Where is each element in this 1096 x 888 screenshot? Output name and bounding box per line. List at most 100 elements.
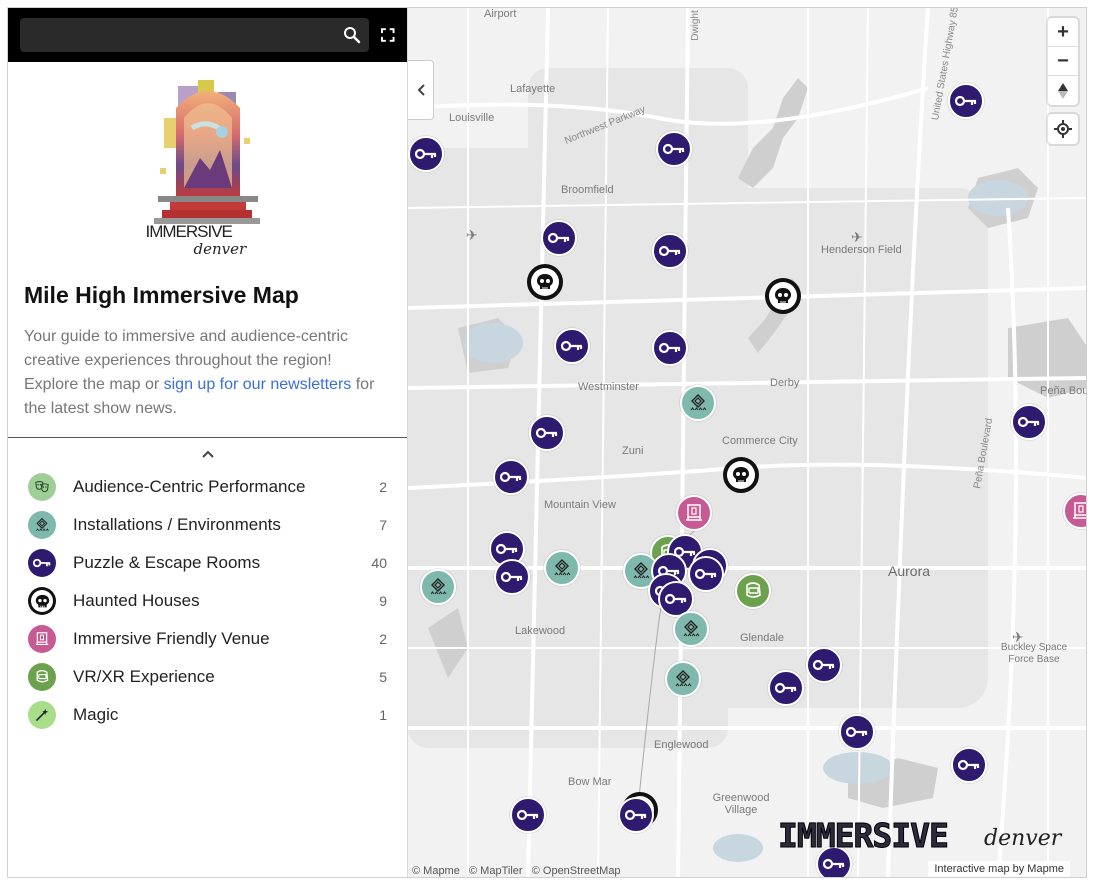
zoom-in-button[interactable]: + <box>1048 18 1078 47</box>
collapse-sidebar-button[interactable] <box>408 60 434 120</box>
place-label: Airport <box>484 8 517 20</box>
venue-icon <box>28 625 56 653</box>
installation-icon <box>430 578 447 595</box>
map-marker-key[interactable] <box>656 131 692 167</box>
map-marker-key[interactable] <box>806 647 842 683</box>
category-legend: Audience-Centric Performance 2 Installatio… <box>8 468 407 734</box>
installation-icon <box>28 511 56 539</box>
compass-reset-button[interactable] <box>1048 76 1078 105</box>
legend-count: 2 <box>379 479 387 495</box>
map-marker-key[interactable] <box>948 83 984 119</box>
fullscreen-icon[interactable] <box>381 28 395 42</box>
map-marker-installation[interactable] <box>544 550 580 586</box>
immersive-denver-wordmark: IMMERSIVE denver <box>778 812 1078 858</box>
map-credit[interactable]: Interactive map by Mapme <box>928 861 1070 877</box>
map-marker-key[interactable] <box>493 459 529 495</box>
search-input[interactable] <box>20 18 370 52</box>
key-icon <box>496 543 518 555</box>
legend-count: 7 <box>379 517 387 533</box>
legend-label: VR/XR Experience <box>73 667 215 686</box>
key-icon <box>846 726 868 738</box>
legend-item[interactable]: Haunted Houses 9 <box>8 582 407 620</box>
legend-label: Installations / Environments <box>73 515 281 534</box>
key-icon <box>659 342 681 354</box>
map-marker-key[interactable] <box>408 136 444 172</box>
place-label: Commerce City <box>722 435 798 447</box>
legend-count: 40 <box>371 555 387 571</box>
attribution-osm[interactable]: © OpenStreetMap <box>532 865 621 877</box>
chevron-up-icon <box>201 450 214 458</box>
app-frame: ✈ ✈ ✈ Airport Lafayette Louisville North… <box>7 7 1087 878</box>
map-marker-key[interactable] <box>529 415 565 451</box>
legend-label: Magic <box>73 705 119 724</box>
vr-headset-icon <box>746 582 761 598</box>
venue-icon <box>1073 502 1086 519</box>
map-canvas[interactable]: ✈ ✈ ✈ Airport Lafayette Louisville North… <box>408 8 1086 877</box>
key-icon <box>415 148 437 160</box>
map-marker-key[interactable] <box>541 220 577 256</box>
map-marker-key[interactable] <box>839 714 875 750</box>
installation-icon <box>690 394 707 411</box>
locate-icon <box>1054 120 1072 138</box>
key-icon <box>501 571 523 583</box>
map-marker-key[interactable] <box>1011 404 1047 440</box>
search-icon[interactable] <box>343 26 361 44</box>
logo-text: IMMERSIVE <box>145 222 233 241</box>
legend-item[interactable]: Installations / Environments 7 <box>8 506 407 544</box>
legend-item[interactable]: Immersive Friendly Venue 2 <box>8 620 407 658</box>
legend-count: 1 <box>379 707 387 723</box>
place-label: Buckley Space Force Base <box>1000 642 1068 665</box>
map-marker-key[interactable] <box>652 233 688 269</box>
place-label: Glendale <box>740 632 785 644</box>
key-icon <box>561 340 583 352</box>
map-marker-installation[interactable] <box>680 385 716 421</box>
key-icon <box>663 143 685 155</box>
vr-headset-icon <box>28 663 56 691</box>
skull-icon <box>537 274 553 289</box>
place-label: Louisville <box>449 112 495 124</box>
key-icon <box>500 471 522 483</box>
map-marker-key[interactable] <box>768 670 804 706</box>
map-marker-skull[interactable] <box>723 457 759 493</box>
attribution-mapme[interactable]: © Mapme <box>412 865 460 877</box>
sidebar-panel: IMMERSIVE denver Mile High Immersive Map… <box>8 8 408 877</box>
map-marker-key[interactable] <box>510 797 546 833</box>
place-label: Aurora <box>888 563 931 579</box>
map-marker-vr-headset[interactable] <box>735 573 771 609</box>
newsletter-link[interactable]: sign up for our newsletters <box>164 376 352 393</box>
key-icon <box>625 809 647 821</box>
map-marker-installation[interactable] <box>420 569 456 605</box>
map-marker-key[interactable] <box>652 330 688 366</box>
key-icon <box>517 809 539 821</box>
zoom-out-button[interactable]: − <box>1048 47 1078 76</box>
place-label: Henderson Field <box>821 244 902 256</box>
map-marker-skull[interactable] <box>527 264 563 300</box>
collapse-legend-button[interactable] <box>8 446 407 466</box>
geolocate-button[interactable] <box>1048 114 1078 144</box>
legend-item[interactable]: Magic 1 <box>8 696 407 734</box>
legend-item[interactable]: VR/XR Experience 5 <box>8 658 407 696</box>
map-marker-key[interactable] <box>494 559 530 595</box>
map-marker-installation[interactable] <box>665 661 701 697</box>
place-label: Bow Mar <box>568 776 612 788</box>
place-label: Westminster <box>578 381 639 393</box>
attribution-maptiler[interactable]: © MapTiler <box>469 865 523 877</box>
legend-item[interactable]: Audience-Centric Performance 2 <box>8 468 407 506</box>
map-marker-key[interactable] <box>951 747 987 783</box>
search-bar <box>8 8 407 62</box>
place-label: Derby <box>770 377 800 389</box>
map-marker-venue[interactable] <box>676 495 712 531</box>
map-marker-key[interactable] <box>688 556 724 592</box>
key-icon <box>28 549 56 577</box>
place-label: Broomfield <box>561 184 614 196</box>
map-marker-key[interactable] <box>554 328 590 364</box>
page-description: Your guide to immersive and audience-cen… <box>24 325 389 421</box>
map-marker-skull[interactable] <box>765 278 801 314</box>
key-icon <box>695 568 717 580</box>
legend-item[interactable]: Puzzle & Escape Rooms 40 <box>8 544 407 582</box>
key-icon <box>823 858 845 870</box>
map-marker-key[interactable] <box>618 797 654 833</box>
magic-wand-icon <box>28 701 56 729</box>
map-marker-installation[interactable] <box>673 611 709 647</box>
key-icon <box>775 682 797 694</box>
